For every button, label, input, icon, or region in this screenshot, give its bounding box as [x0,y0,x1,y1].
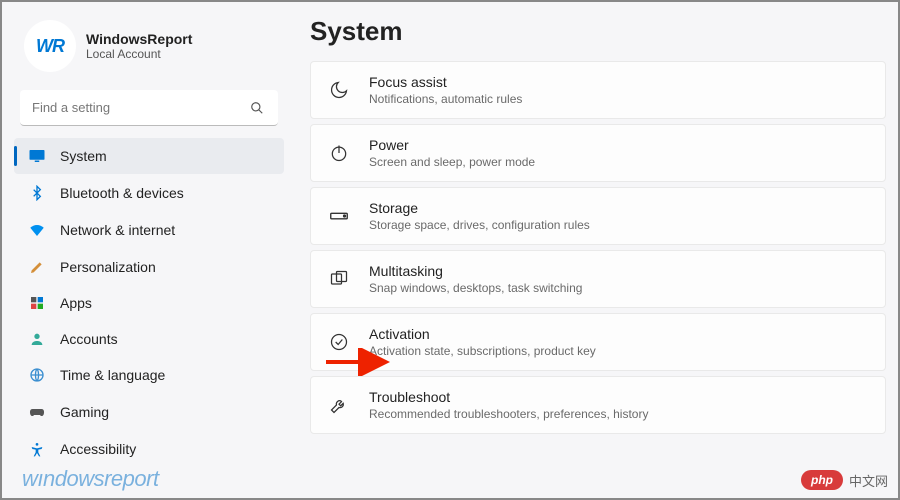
nav-item-apps[interactable]: Apps [14,286,284,320]
person-icon [28,331,46,347]
card-sub: Recommended troubleshooters, preferences… [369,407,648,421]
accessibility-icon [28,441,46,457]
card-sub: Activation state, subscriptions, product… [369,344,596,358]
search-input[interactable] [20,90,278,126]
nav-item-gaming[interactable]: Gaming [14,394,284,430]
user-sub: Local Account [86,47,192,61]
card-sub: Snap windows, desktops, task switching [369,281,582,295]
card-sub: Screen and sleep, power mode [369,155,535,169]
nav-label: Accounts [60,331,118,347]
wrench-icon [327,395,351,415]
settings-list: Focus assist Notifications, automatic ru… [310,61,886,434]
card-troubleshoot[interactable]: Troubleshoot Recommended troubleshooters… [310,376,886,434]
bluetooth-icon [28,185,46,201]
card-sub: Storage space, drives, configuration rul… [369,218,590,232]
card-power[interactable]: Power Screen and sleep, power mode [310,124,886,182]
nav-item-bluetooth[interactable]: Bluetooth & devices [14,176,284,210]
card-title: Activation [369,326,596,342]
nav-label: Network & internet [60,222,175,238]
main-panel: System Focus assist Notifications, autom… [292,2,898,498]
checkmark-circle-icon [327,332,351,352]
paintbrush-icon [28,259,46,275]
card-title: Multitasking [369,263,582,279]
wifi-icon [28,221,46,239]
nav-item-system[interactable]: System [14,138,284,174]
card-storage[interactable]: Storage Storage space, drives, configura… [310,187,886,245]
page-title: System [310,16,886,47]
nav-item-time[interactable]: Time & language [14,358,284,392]
nav-list: System Bluetooth & devices Network & int… [14,138,284,466]
card-title: Power [369,137,535,153]
multitask-icon [327,269,351,289]
nav-label: System [60,148,107,164]
nav-item-accounts[interactable]: Accounts [14,322,284,356]
nav-label: Gaming [60,404,109,420]
gamepad-icon [28,403,46,421]
apps-icon [28,295,46,311]
user-name: WindowsReport [86,31,192,47]
card-title: Storage [369,200,590,216]
card-title: Focus assist [369,74,522,90]
card-multitasking[interactable]: Multitasking Snap windows, desktops, tas… [310,250,886,308]
nav-label: Personalization [60,259,156,275]
nav-label: Time & language [60,367,165,383]
globe-clock-icon [28,367,46,383]
moon-icon [327,80,351,100]
drive-icon [327,205,351,227]
monitor-icon [28,147,46,165]
nav-item-network[interactable]: Network & internet [14,212,284,248]
nav-label: Apps [60,295,92,311]
nav-item-accessibility[interactable]: Accessibility [14,432,284,466]
nav-label: Bluetooth & devices [60,185,184,201]
card-title: Troubleshoot [369,389,648,405]
card-sub: Notifications, automatic rules [369,92,522,106]
search-wrap [20,90,278,126]
sidebar: WR WindowsReport Local Account System Bl… [2,2,292,498]
card-activation[interactable]: Activation Activation state, subscriptio… [310,313,886,371]
avatar: WR [24,20,76,72]
card-focus-assist[interactable]: Focus assist Notifications, automatic ru… [310,61,886,119]
user-profile[interactable]: WR WindowsReport Local Account [14,12,284,86]
nav-item-personalization[interactable]: Personalization [14,250,284,284]
nav-label: Accessibility [60,441,136,457]
power-icon [327,143,351,163]
